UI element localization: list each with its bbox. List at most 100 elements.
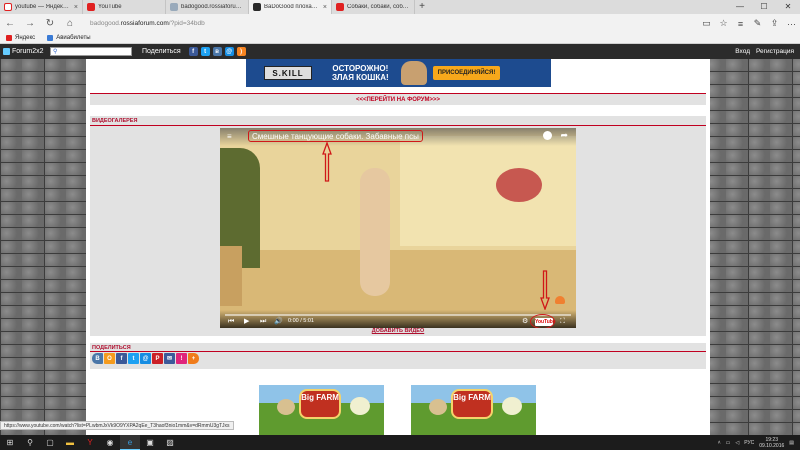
bookmark-label: Яндекс (15, 35, 36, 41)
forum-search-input[interactable]: ⚲ (50, 47, 132, 56)
browser-tab[interactable]: youtube — Яндекс: нашлос × (0, 0, 83, 14)
edge-icon[interactable]: e (120, 435, 140, 450)
register-link[interactable]: Регистрация (756, 48, 794, 55)
facebook-icon[interactable]: f (188, 47, 198, 56)
reading-view-icon[interactable]: ▭ (698, 14, 715, 33)
fullscreen-icon[interactable]: ⛶ (560, 317, 565, 326)
forum-logo-icon (3, 48, 10, 55)
clock-date: 09.10.2016 (759, 442, 785, 449)
note-icon[interactable]: ✎ (749, 14, 766, 33)
video-title[interactable]: Смешные танцующие собаки. Забавные псы (248, 130, 423, 142)
maximize-icon[interactable]: ☐ (752, 0, 776, 14)
previous-icon[interactable]: ⏮ (228, 317, 234, 326)
watch-later-icon[interactable] (543, 131, 552, 140)
browser-tab[interactable]: Собаки, собаки, собаки. Ба (332, 0, 415, 14)
url-field[interactable]: badogood. rossiaforum.com/?pid=34bdb (90, 17, 690, 31)
forum-logo[interactable]: Forum2x2 (0, 48, 50, 55)
windows-taskbar: ⊞ ⚲ ▢ ▬ Y ◉ e ▣ ▨ ˄ ▭ ◁ РУС 19:23 09.10.… (0, 435, 800, 450)
network-icon[interactable]: ▭ (726, 440, 731, 446)
browser-tab[interactable]: badogood.rossiaforum.com (166, 0, 249, 14)
egg-icon (502, 397, 522, 415)
add-video-link[interactable]: ДОБАВИТЬ ВИДЕО (86, 328, 710, 334)
file-explorer-icon[interactable]: ▬ (60, 435, 80, 450)
chevron-up-icon[interactable]: ˄ (718, 440, 721, 446)
tab-label: Собаки, собаки, собаки. Ба (347, 4, 410, 10)
share-button[interactable]: В (92, 353, 103, 364)
minimize-icon[interactable]: — (728, 0, 752, 14)
playlist-icon[interactable]: ≡ (227, 132, 232, 141)
media-icon[interactable]: ◉ (100, 435, 120, 450)
settings-icon[interactable]: ⚙ (522, 317, 528, 326)
divider (90, 93, 706, 94)
forward-icon[interactable]: → (20, 14, 40, 33)
refresh-icon[interactable]: ↻ (40, 14, 60, 33)
browser-tab[interactable]: YouTube (83, 0, 166, 14)
share-button[interactable]: О (104, 353, 115, 364)
share-arrow-icon[interactable]: ➦ (560, 130, 568, 141)
video-player[interactable]: ≡ Смешные танцующие собаки. Забавные псы… (220, 128, 576, 328)
share-button[interactable]: ✉ (164, 353, 175, 364)
next-icon[interactable]: ⏭ (260, 317, 266, 326)
bookmark-yandex[interactable]: Яндекс (6, 35, 35, 41)
search-icon[interactable]: ⚲ (20, 435, 40, 450)
rss-icon[interactable]: ) (236, 47, 246, 56)
yandex-icon (4, 3, 12, 11)
twitter-icon[interactable]: t (200, 47, 210, 56)
yandex-browser-icon[interactable]: Y (80, 435, 100, 450)
page-content: S.KILL ОСТОРОЖНО! ЗЛАЯ КОШКА! ПРИСОЕДИНЯ… (86, 59, 710, 435)
login-link[interactable]: Вход (735, 48, 750, 55)
tab-label: badogood.rossiaforum.com (181, 4, 244, 10)
favorite-star-icon[interactable]: ☆ (715, 14, 732, 33)
banner-warning: ОСТОРОЖНО! ЗЛАЯ КОШКА! (332, 64, 389, 82)
bigfarm-ad[interactable]: Big FARM (259, 385, 384, 435)
channel-watermark-icon[interactable] (555, 296, 565, 304)
share-icon[interactable]: ⇪ (766, 14, 783, 33)
windows-start-icon[interactable]: ⊞ (0, 435, 20, 450)
photos-icon[interactable]: ▨ (160, 435, 180, 450)
hub-icon[interactable]: ≡ (732, 14, 749, 33)
close-icon[interactable]: × (323, 4, 327, 11)
task-view-icon[interactable]: ▢ (40, 435, 60, 450)
volume-icon[interactable]: ◁ (735, 440, 739, 446)
join-button[interactable]: ПРИСОЕДИНЯЙСЯ! (432, 66, 501, 80)
language-indicator[interactable]: РУС (744, 440, 754, 446)
mail-icon[interactable]: @ (224, 47, 234, 56)
share-button[interactable]: + (188, 353, 199, 364)
share-button[interactable]: t (128, 353, 139, 364)
cat-image (400, 61, 427, 85)
vk-icon[interactable]: в (212, 47, 222, 56)
video-progress-bar[interactable] (225, 314, 571, 316)
more-icon[interactable]: ··· (783, 14, 800, 33)
forum-link[interactable]: <<<ПЕРЕЙТИ НА ФОРУМ>>> (86, 97, 710, 103)
bookmarks-bar: Яндекс Авиабилеты (0, 33, 800, 44)
share-button[interactable]: P (152, 353, 163, 364)
close-window-icon[interactable]: ✕ (776, 0, 800, 14)
close-icon[interactable]: × (74, 4, 78, 11)
notifications-icon[interactable]: ▤ (789, 440, 794, 446)
video-frame-pot (220, 246, 242, 306)
url-prefix: badogood. (90, 20, 121, 27)
bookmark-avia[interactable]: Авиабилеты (47, 35, 91, 41)
home-icon[interactable]: ⌂ (60, 14, 80, 33)
annotation-arrow-up (322, 142, 332, 182)
new-tab-button[interactable]: + (415, 0, 429, 14)
play-icon[interactable]: ▶ (244, 317, 249, 326)
ad-banner[interactable]: S.KILL ОСТОРОЖНО! ЗЛАЯ КОШКА! ПРИСОЕДИНЯ… (246, 59, 551, 87)
store-icon[interactable]: ▣ (140, 435, 160, 450)
bigfarm-ad[interactable]: Big FARM (411, 385, 536, 435)
divider (90, 125, 706, 126)
system-tray: ˄ ▭ ◁ РУС 19:23 09.10.2016 ▤ (718, 437, 800, 449)
banner-warning-line2: ЗЛАЯ КОШКА! (332, 73, 389, 82)
annotation-arrow-down (540, 270, 550, 310)
share-button[interactable]: @ (140, 353, 151, 364)
status-bar-url: https://www.youtube.com/watch?list=PLwbm… (0, 421, 234, 430)
browser-tab-active[interactable]: BaDoGood плохая-хоро × (249, 0, 332, 14)
back-icon[interactable]: ← (0, 14, 20, 33)
share-button[interactable]: f (116, 353, 127, 364)
volume-icon[interactable]: 🔊 (274, 317, 283, 326)
clock[interactable]: 19:23 09.10.2016 (759, 437, 784, 449)
video-frame-dog (360, 168, 390, 296)
badogood-icon (253, 3, 261, 11)
share-button[interactable]: ! (176, 353, 187, 364)
address-bar: ← → ↻ ⌂ badogood. rossiaforum.com/?pid=34… (0, 14, 800, 33)
